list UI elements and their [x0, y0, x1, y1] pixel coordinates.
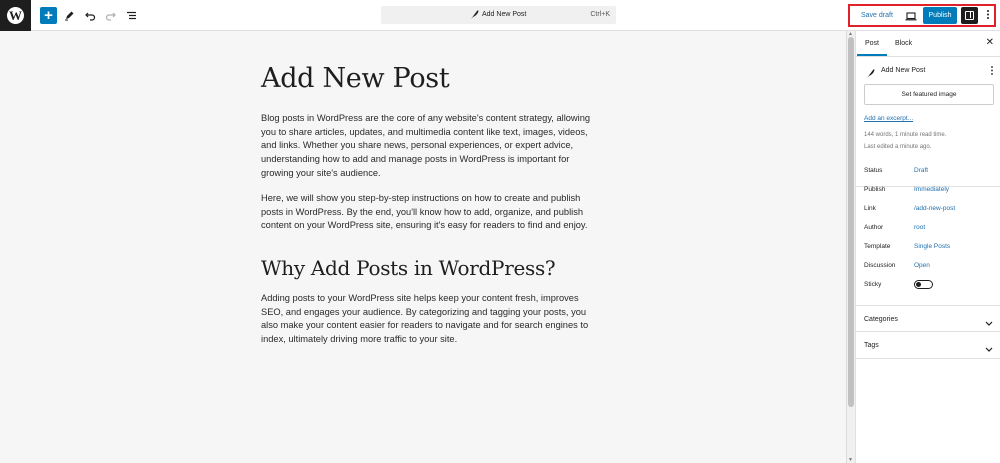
- link-value[interactable]: /add-new-post: [914, 205, 955, 212]
- scrollbar-thumb[interactable]: [848, 37, 854, 407]
- tab-block[interactable]: Block: [895, 40, 912, 47]
- chevron-down-icon: [985, 340, 993, 358]
- paragraph-block[interactable]: Adding posts to your WordPress site help…: [261, 292, 591, 347]
- publish-label: Publish: [864, 186, 886, 193]
- link-row: Link /add-new-post: [864, 205, 994, 217]
- paragraph-block[interactable]: Here, we will show you step-by-step inst…: [261, 192, 591, 233]
- tab-post[interactable]: Post: [856, 40, 888, 56]
- categories-panel[interactable]: Categories: [856, 305, 1000, 332]
- list-view-icon[interactable]: [123, 7, 140, 24]
- pencil-icon[interactable]: [61, 7, 78, 24]
- template-value[interactable]: Single Posts: [914, 243, 950, 250]
- redo-icon[interactable]: [102, 7, 119, 24]
- document-bar[interactable]: Add New Post Ctrl+K: [381, 6, 616, 24]
- sticky-row: Sticky: [864, 280, 994, 293]
- more-vertical-icon[interactable]: [985, 9, 991, 21]
- document-title: Add New Post: [482, 11, 527, 18]
- publish-value[interactable]: Immediately: [914, 186, 949, 193]
- sticky-label: Sticky: [864, 281, 882, 288]
- more-vertical-icon[interactable]: [990, 65, 994, 76]
- publish-button[interactable]: Publish: [923, 7, 957, 24]
- sidebar-toggle-glyph: [965, 11, 974, 20]
- chevron-down-icon: [985, 314, 993, 332]
- editor-canvas[interactable]: Add New Post Blog posts in WordPress are…: [0, 31, 846, 463]
- link-label: Link: [864, 205, 876, 212]
- editor-header: W + Add New Post Ctrl+K Save draft Publi…: [0, 0, 1000, 31]
- undo-icon[interactable]: [82, 7, 99, 24]
- add-excerpt-link[interactable]: Add an excerpt...: [864, 115, 913, 122]
- categories-panel-title: Categories: [864, 316, 898, 323]
- settings-sidebar: Post Block ✕ Add New Post Set featured i…: [855, 31, 1000, 463]
- word-count-text: 144 words, 1 minute read time.: [864, 132, 947, 138]
- save-draft-button[interactable]: Save draft: [861, 12, 893, 19]
- author-row: Author root: [864, 224, 994, 236]
- scroll-down-arrow-icon[interactable]: ▼: [848, 457, 853, 463]
- author-value[interactable]: root: [914, 224, 925, 231]
- sidebar-toggle-icon[interactable]: [961, 7, 978, 24]
- discussion-value[interactable]: Open: [914, 262, 930, 269]
- laptop-icon[interactable]: [905, 9, 917, 27]
- command-shortcut: Ctrl+K: [590, 11, 610, 18]
- wordpress-editor: W + Add New Post Ctrl+K Save draft Publi…: [0, 0, 1000, 463]
- status-row: Status Draft: [864, 167, 994, 179]
- feather-icon: [866, 66, 875, 84]
- close-icon[interactable]: ✕: [986, 37, 994, 48]
- sidebar-tabs: Post Block ✕: [856, 31, 1000, 57]
- canvas-scrollbar[interactable]: ▲ ▼: [846, 31, 855, 463]
- header-actions-highlight: Save draft Publish: [848, 4, 996, 27]
- status-value[interactable]: Draft: [914, 167, 928, 174]
- template-label: Template: [864, 243, 891, 250]
- wordpress-logo[interactable]: W: [0, 0, 31, 31]
- wordpress-w-icon: W: [7, 7, 24, 24]
- publish-row: Publish Immediately: [864, 186, 994, 198]
- template-row: Template Single Posts: [864, 243, 994, 255]
- discussion-label: Discussion: [864, 262, 896, 269]
- feather-icon: [470, 9, 479, 22]
- post-title[interactable]: Add New Post: [261, 63, 450, 94]
- status-label: Status: [864, 167, 883, 174]
- tags-panel[interactable]: Tags: [856, 332, 1000, 359]
- author-label: Author: [864, 224, 884, 231]
- set-featured-image-button[interactable]: Set featured image: [864, 84, 994, 105]
- last-edited-text: Last edited a minute ago.: [864, 144, 932, 150]
- post-card-title: Add New Post: [881, 67, 926, 74]
- tags-panel-title: Tags: [864, 342, 879, 349]
- sticky-toggle[interactable]: [914, 280, 933, 289]
- paragraph-block[interactable]: Blog posts in WordPress are the core of …: [261, 112, 591, 181]
- add-block-button[interactable]: +: [40, 7, 57, 24]
- discussion-row: Discussion Open: [864, 262, 994, 274]
- heading-block[interactable]: Why Add Posts in WordPress?: [261, 256, 556, 280]
